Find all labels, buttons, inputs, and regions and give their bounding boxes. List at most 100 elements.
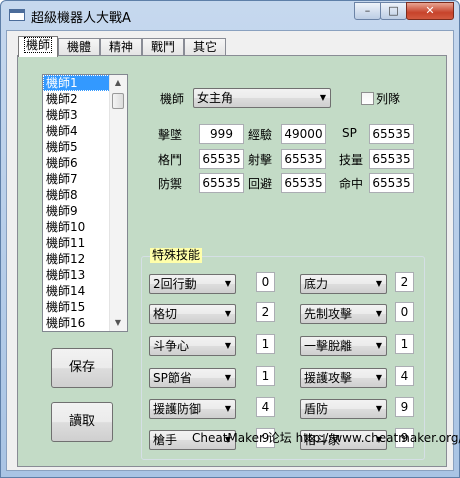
- save-button[interactable]: 保存: [51, 348, 113, 388]
- team-checkbox[interactable]: [361, 92, 374, 105]
- read-button[interactable]: 讀取: [51, 402, 113, 442]
- sp-input[interactable]: 65535: [369, 124, 414, 144]
- shoot-input[interactable]: 65535: [281, 149, 326, 169]
- skill-level-input[interactable]: 1: [256, 334, 275, 354]
- pilot-select-value: 女主角: [197, 91, 234, 105]
- kills-input[interactable]: 999: [199, 124, 244, 144]
- skill-select[interactable]: 2回行動 ▼: [149, 274, 236, 294]
- window-icon: [9, 9, 25, 21]
- special-skills-title: 特殊技能: [150, 248, 203, 263]
- stat-label-defense: 防禦: [158, 177, 183, 191]
- chevron-down-icon: ▼: [375, 404, 382, 413]
- list-item[interactable]: 機師10: [43, 219, 112, 235]
- tab-mecha[interactable]: 機體: [58, 38, 100, 56]
- skill-select-value: 援護攻擊: [304, 371, 353, 385]
- skill-select-value: 斗争心: [153, 339, 190, 353]
- window-title: 超級機器人大戰A: [31, 11, 131, 26]
- title-bar[interactable]: 超級機器人大戰A – □ ✕: [1, 1, 459, 29]
- skill-select-value: 格切: [153, 307, 178, 321]
- stat-label-hit: 命中: [339, 177, 364, 191]
- skill-level-input[interactable]: 2: [256, 302, 275, 322]
- skill-select-value: 先制攻擊: [304, 307, 353, 321]
- skill-level-input[interactable]: 0: [395, 302, 414, 322]
- scroll-down-icon[interactable]: ▼: [110, 315, 126, 331]
- skill-level-input[interactable]: 1: [395, 334, 414, 354]
- list-item[interactable]: 機師11: [43, 235, 112, 251]
- skill-select[interactable]: 先制攻擊 ▼: [300, 304, 387, 324]
- list-item[interactable]: 機師5: [43, 139, 112, 155]
- skill-input[interactable]: 65535: [369, 149, 414, 169]
- pilot-listbox[interactable]: 機師1 機師2 機師3 機師4 機師5 機師6 機師7 機師8 機師9 機師10 機師11 機師12 機…: [42, 74, 128, 332]
- chevron-down-icon: ▼: [224, 404, 231, 413]
- skill-level-input[interactable]: 0: [256, 272, 275, 292]
- tab-other[interactable]: 其它: [184, 38, 226, 56]
- skill-level-input[interactable]: 4: [256, 397, 275, 417]
- skill-select-value: 底力: [304, 277, 329, 291]
- list-scrollbar[interactable]: ▲ ▼: [109, 75, 127, 331]
- list-item[interactable]: 機師1: [43, 75, 112, 91]
- skill-level-input[interactable]: 2: [395, 272, 414, 292]
- skill-level-input[interactable]: 4: [395, 366, 414, 386]
- list-item[interactable]: 機師7: [43, 171, 112, 187]
- chevron-down-icon: ▼: [375, 373, 382, 382]
- chevron-down-icon: ▼: [375, 341, 382, 350]
- evade-input[interactable]: 65535: [281, 173, 326, 193]
- app-window: 超級機器人大戰A – □ ✕ 機師 機體 精神 戰鬥 其它 機師1 機師2 機師3 機…: [0, 0, 460, 478]
- stat-label-sp: SP: [342, 126, 357, 140]
- chevron-down-icon: ▼: [224, 373, 231, 382]
- pilot-select[interactable]: 女主角 ▼: [193, 88, 331, 108]
- list-item[interactable]: 機師13: [43, 267, 112, 283]
- list-item[interactable]: 機師14: [43, 283, 112, 299]
- defense-input[interactable]: 65535: [199, 173, 244, 193]
- scroll-thumb[interactable]: [112, 93, 124, 109]
- list-item[interactable]: 機師6: [43, 155, 112, 171]
- pilot-tab-pane: 機師1 機師2 機師3 機師4 機師5 機師6 機師7 機師8 機師9 機師10 機師11 機師12 機…: [17, 55, 447, 467]
- skill-select[interactable]: SP節省 ▼: [149, 368, 236, 388]
- list-item[interactable]: 機師3: [43, 107, 112, 123]
- minimize-button[interactable]: –: [354, 2, 381, 20]
- list-item[interactable]: 機師16: [43, 315, 112, 331]
- tab-spirit[interactable]: 精神: [100, 38, 142, 56]
- footer-credit: CheatMaker 论坛 http://www.cheatmaker.org/: [192, 431, 460, 445]
- skill-select-value: 2回行動: [153, 277, 197, 291]
- pilot-label: 機師: [160, 92, 185, 106]
- stat-label-kills: 擊墜: [158, 128, 183, 142]
- tab-battle[interactable]: 戰鬥: [142, 38, 184, 56]
- skill-select[interactable]: 援護攻擊 ▼: [300, 368, 387, 388]
- chevron-down-icon: ▼: [375, 309, 382, 318]
- skill-select[interactable]: 格切 ▼: [149, 304, 236, 324]
- skill-select[interactable]: 底力 ▼: [300, 274, 387, 294]
- skill-level-input[interactable]: 1: [256, 366, 275, 386]
- skill-select[interactable]: 盾防 ▼: [300, 399, 387, 419]
- exp-input[interactable]: 49000: [281, 124, 326, 144]
- skill-select-value: 一擊脫離: [304, 339, 353, 353]
- skill-select-value: SP節省: [153, 371, 192, 385]
- hit-input[interactable]: 65535: [369, 173, 414, 193]
- fight-input[interactable]: 65535: [199, 149, 244, 169]
- chevron-down-icon: ▼: [319, 93, 326, 102]
- list-item[interactable]: 機師9: [43, 203, 112, 219]
- scroll-up-icon[interactable]: ▲: [110, 75, 126, 91]
- skill-select[interactable]: 斗争心 ▼: [149, 336, 236, 356]
- close-button[interactable]: ✕: [406, 2, 454, 20]
- list-item[interactable]: 機師15: [43, 299, 112, 315]
- skill-select-value: 援護防御: [153, 402, 202, 416]
- list-item[interactable]: 機師4: [43, 123, 112, 139]
- maximize-button[interactable]: □: [380, 2, 407, 20]
- chevron-down-icon: ▼: [224, 341, 231, 350]
- list-item[interactable]: 機師8: [43, 187, 112, 203]
- skill-select[interactable]: 援護防御 ▼: [149, 399, 236, 419]
- chevron-down-icon: ▼: [224, 279, 231, 288]
- stat-label-skill: 技量: [339, 153, 364, 167]
- skill-select[interactable]: 一擊脫離 ▼: [300, 336, 387, 356]
- team-label: 列隊: [376, 92, 401, 106]
- tab-pilot[interactable]: 機師: [18, 36, 58, 57]
- stat-label-shoot: 射擊: [248, 153, 273, 167]
- skill-level-input[interactable]: 9: [395, 397, 414, 417]
- list-item[interactable]: 機師2: [43, 91, 112, 107]
- chevron-down-icon: ▼: [224, 309, 231, 318]
- list-item[interactable]: 機師12: [43, 251, 112, 267]
- skill-select-value: 槍手: [153, 433, 178, 447]
- client-area: 機師 機體 精神 戰鬥 其它 機師1 機師2 機師3 機師4 機師5 機師6 機師7 機師8 機…: [6, 30, 454, 471]
- stat-label-evade: 回避: [248, 177, 273, 191]
